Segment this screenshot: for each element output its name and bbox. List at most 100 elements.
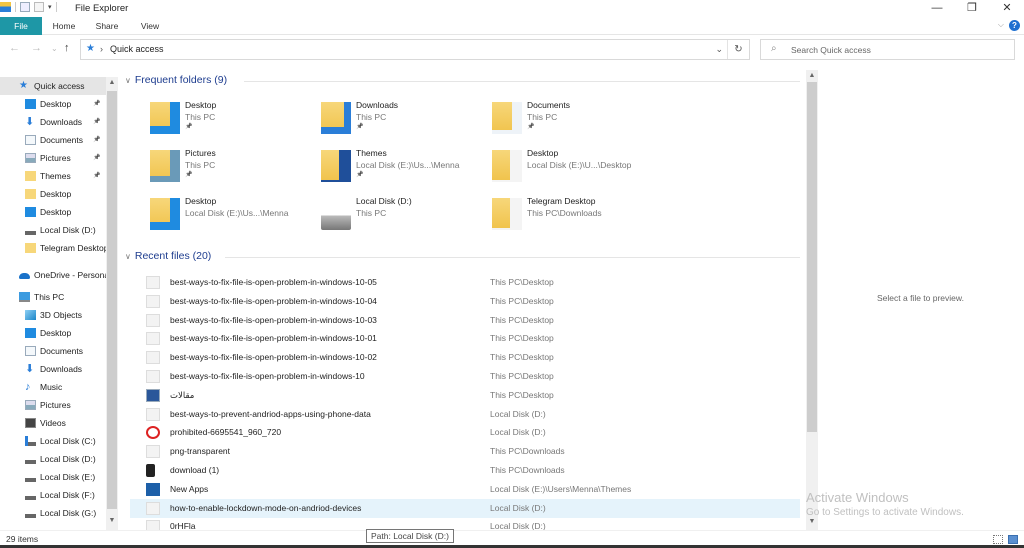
folder-tile[interactable]: Local Disk (D:) This PC	[311, 196, 481, 242]
sidebar-item-onedrive-personal[interactable]: OneDrive - Personal	[0, 266, 106, 284]
sidebar-item-3d-objects[interactable]: 3D Objects	[0, 306, 106, 324]
folder-tile[interactable]: Pictures This PC 📌	[140, 148, 310, 194]
pin-icon: 📌	[356, 172, 364, 178]
drive-icon	[321, 198, 351, 230]
expand-ribbon-icon[interactable]: ⌵	[998, 20, 1004, 30]
sidebar-item-desktop[interactable]: Desktop	[0, 185, 106, 203]
recent-file-row[interactable]: best-ways-to-fix-file-is-open-problem-in…	[130, 311, 800, 330]
sidebar-item-local-disk-d[interactable]: Local Disk (D:)	[0, 221, 106, 239]
pin-icon: 📌	[93, 155, 101, 161]
collapse-chevron-icon[interactable]: ∨	[125, 252, 131, 261]
folder-tile[interactable]: Documents This PC 📌	[482, 100, 652, 146]
address-dropdown-icon[interactable]: ⌄	[715, 44, 723, 55]
recent-file-row[interactable]: best-ways-to-prevent-andriod-apps-using-…	[130, 405, 800, 424]
recent-file-row[interactable]: best-ways-to-fix-file-is-open-problem-in…	[130, 273, 800, 292]
breadcrumb-quick-access[interactable]: Quick access	[110, 44, 164, 54]
recent-file-row[interactable]: png-transparent This PC\Downloads	[130, 442, 800, 461]
sidebar-item-local-disk-d[interactable]: Local Disk (D:)	[0, 450, 106, 468]
recent-file-row[interactable]: download (1) This PC\Downloads	[130, 461, 800, 480]
customize-toolbar-icon[interactable]: ▾	[48, 3, 52, 11]
sidebar-item-local-disk-e[interactable]: Local Disk (E:)	[0, 468, 106, 486]
frequent-folders-header[interactable]: ∨ Frequent folders (9)	[125, 74, 227, 86]
image-file-icon	[146, 294, 160, 308]
details-view-icon[interactable]	[993, 535, 1003, 544]
sidebar-scrollbar[interactable]: ▲ ▼	[106, 77, 118, 530]
scroll-down-arrow[interactable]: ▼	[106, 517, 118, 524]
sidebar-item-desktop[interactable]: Desktop 📌	[0, 95, 106, 113]
window-title: File Explorer	[75, 3, 129, 14]
sidebar-item-this-pc[interactable]: This PC	[0, 288, 106, 306]
collapse-chevron-icon[interactable]: ∨	[125, 76, 131, 85]
recent-file-row[interactable]: New Apps Local Disk (E:)\Users\Menna\Them…	[130, 480, 800, 499]
scroll-up-arrow[interactable]: ▲	[106, 79, 118, 86]
sidebar-item-documents[interactable]: Documents 📌	[0, 131, 106, 149]
recent-file-row[interactable]: مقالات This PC\Desktop	[130, 386, 800, 405]
up-button[interactable]: ↑	[64, 42, 70, 54]
refresh-button[interactable]: ↻	[727, 40, 749, 59]
breadcrumb-separator[interactable]: ›	[100, 44, 103, 54]
documents-folder-icon	[492, 102, 522, 134]
large-icons-view-icon[interactable]	[1008, 535, 1018, 544]
folder-tile[interactable]: Themes Local Disk (E:)\Us...\Menna 📌	[311, 148, 481, 194]
recent-file-row[interactable]: 0rHFla Local Disk (D:)	[130, 517, 800, 530]
recent-file-row[interactable]: best-ways-to-fix-file-is-open-problem-in…	[130, 292, 800, 311]
new-folder-icon[interactable]	[34, 2, 44, 12]
sidebar-item-downloads[interactable]: ⬇ Downloads 📌	[0, 113, 106, 131]
sidebar-item-label: Local Disk (E:)	[40, 472, 96, 482]
sidebar-item-videos[interactable]: Videos	[0, 414, 106, 432]
sidebar-item-desktop[interactable]: Desktop	[0, 324, 106, 342]
tab-file[interactable]: File	[0, 17, 42, 35]
sidebar-item-themes[interactable]: Themes 📌	[0, 167, 106, 185]
sidebar-item-local-disk-c[interactable]: Local Disk (C:)	[0, 432, 106, 450]
sidebar-item-label: Downloads	[40, 117, 83, 127]
recent-file-row[interactable]: best-ways-to-fix-file-is-open-problem-in…	[130, 367, 800, 386]
sidebar-scroll-thumb[interactable]	[107, 91, 117, 509]
folder-tile[interactable]: Desktop This PC 📌	[140, 100, 310, 146]
sidebar-item-pictures[interactable]: Pictures 📌	[0, 149, 106, 167]
restore-button[interactable]: ❐	[955, 0, 989, 17]
sidebar-item-local-disk-g[interactable]: Local Disk (G:)	[0, 504, 106, 522]
folder-tile[interactable]: Desktop Local Disk (E:)\Us...\Menna	[140, 196, 310, 242]
sidebar-item-telegram-desktop[interactable]: Telegram Desktop	[0, 239, 106, 257]
tab-home[interactable]: Home	[45, 17, 83, 35]
sidebar-item-downloads[interactable]: ⬇ Downloads	[0, 360, 106, 378]
scroll-down-arrow[interactable]: ▼	[806, 518, 818, 525]
sidebar-item-music[interactable]: ♪ Music	[0, 378, 106, 396]
pictures-folder-icon	[150, 150, 180, 182]
forward-button[interactable]: →	[31, 42, 42, 54]
back-button[interactable]: ←	[9, 42, 20, 54]
tab-share[interactable]: Share	[88, 17, 126, 35]
sidebar-item-label: Downloads	[40, 364, 83, 374]
search-input[interactable]: ⌕ Search Quick access	[760, 39, 1015, 60]
file-name: 0rHFla	[170, 521, 196, 530]
content-scroll-thumb[interactable]	[807, 82, 817, 432]
sidebar-item-documents[interactable]: Documents	[0, 342, 106, 360]
tab-view[interactable]: View	[131, 17, 169, 35]
sidebar-item-pictures[interactable]: Pictures	[0, 396, 106, 414]
file-location: This PC\Downloads	[490, 465, 565, 475]
image-file-icon	[146, 445, 160, 459]
address-bar[interactable]: ★ › Quick access ⌄ ↻	[80, 39, 750, 60]
recent-file-row[interactable]: how-to-enable-lockdown-mode-on-andriod-d…	[130, 498, 800, 518]
scroll-up-arrow[interactable]: ▲	[806, 72, 818, 79]
recent-file-row[interactable]: best-ways-to-fix-file-is-open-problem-in…	[130, 329, 800, 348]
sidebar-item-local-disk-f[interactable]: Local Disk (F:)	[0, 486, 106, 504]
properties-icon[interactable]	[20, 2, 30, 12]
minimize-button[interactable]: —	[920, 0, 954, 17]
folder-name: Themes	[356, 148, 387, 158]
content-scrollbar[interactable]: ▲ ▼	[806, 70, 818, 530]
divider	[244, 81, 800, 82]
folder-tile[interactable]: Desktop Local Disk (E:)\U...\Desktop	[482, 148, 652, 194]
sidebar-item-quick-access[interactable]: ★ Quick access	[0, 77, 106, 95]
recent-file-row[interactable]: prohibited-6695541_960_720 Local Disk (D:…	[130, 423, 800, 442]
pin-icon: 📌	[93, 137, 101, 143]
folder-tile[interactable]: Downloads This PC 📌	[311, 100, 481, 146]
close-button[interactable]: ✕	[990, 0, 1024, 17]
recent-locations-button[interactable]: ⌄	[51, 44, 58, 53]
recent-files-header[interactable]: ∨ Recent files (20)	[125, 250, 211, 262]
folder-location: This PC	[185, 112, 216, 122]
help-icon[interactable]: ?	[1009, 20, 1020, 31]
recent-file-row[interactable]: best-ways-to-fix-file-is-open-problem-in…	[130, 348, 800, 367]
sidebar-item-desktop[interactable]: Desktop	[0, 203, 106, 221]
folder-tile[interactable]: Telegram Desktop This PC\Downloads	[482, 196, 652, 242]
